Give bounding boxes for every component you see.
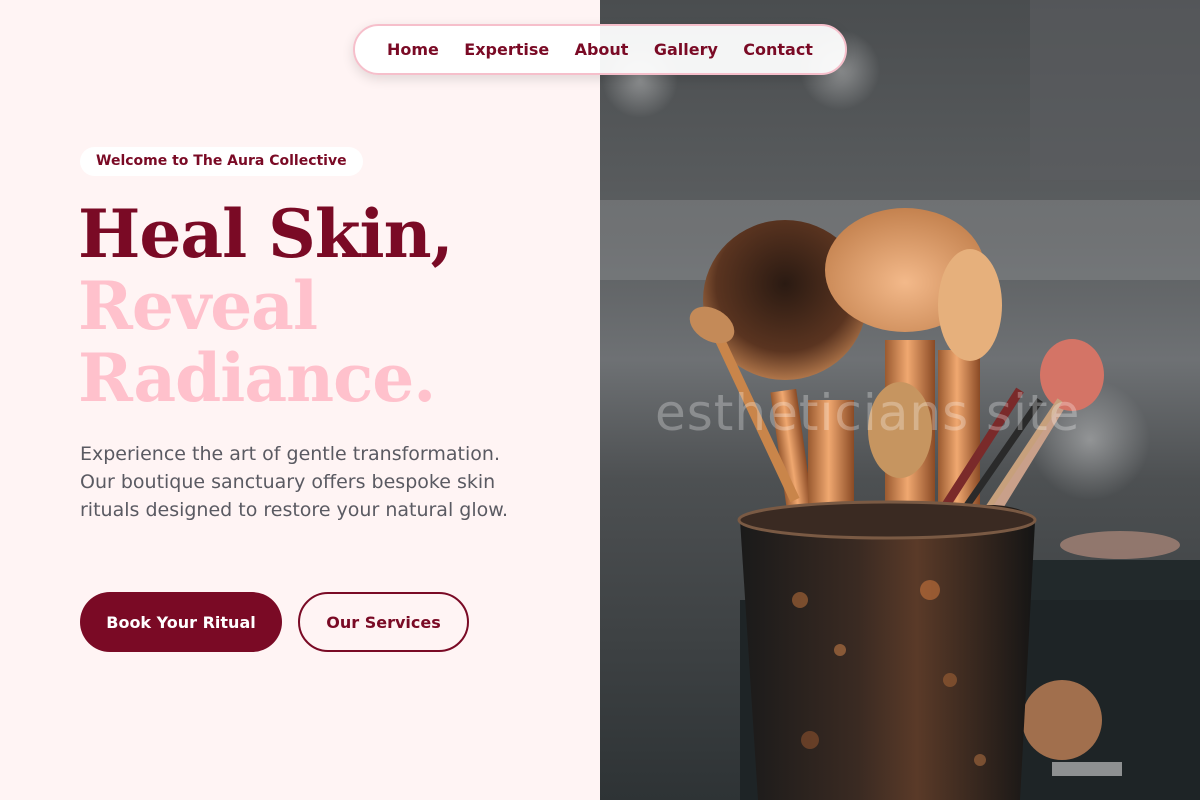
nav-expertise[interactable]: Expertise (464, 40, 549, 59)
main-nav: Home Expertise About Gallery Contact (353, 24, 847, 75)
nav-contact[interactable]: Contact (743, 40, 813, 59)
our-services-button[interactable]: Our Services (298, 592, 469, 652)
nav-gallery[interactable]: Gallery (654, 40, 718, 59)
headline-line-3: Radiance. (78, 339, 436, 417)
hero-headline: Heal Skin, Reveal Radiance. (78, 195, 454, 417)
welcome-badge: Welcome to The Aura Collective (80, 147, 363, 176)
hero-image: estheticians site (600, 0, 1200, 800)
hero-description: Experience the art of gentle transformat… (80, 443, 509, 521)
nav-about[interactable]: About (575, 40, 629, 59)
headline-line-2: Reveal (78, 267, 318, 345)
nav-home[interactable]: Home (387, 40, 439, 59)
hero-text-panel: Welcome to The Aura Collective Heal Skin… (0, 0, 600, 800)
book-ritual-button[interactable]: Book Your Ritual (80, 592, 282, 652)
headline-line-1: Heal Skin, (78, 195, 454, 273)
makeup-brushes-illustration (600, 0, 1200, 800)
page: Welcome to The Aura Collective Heal Skin… (0, 0, 1200, 800)
